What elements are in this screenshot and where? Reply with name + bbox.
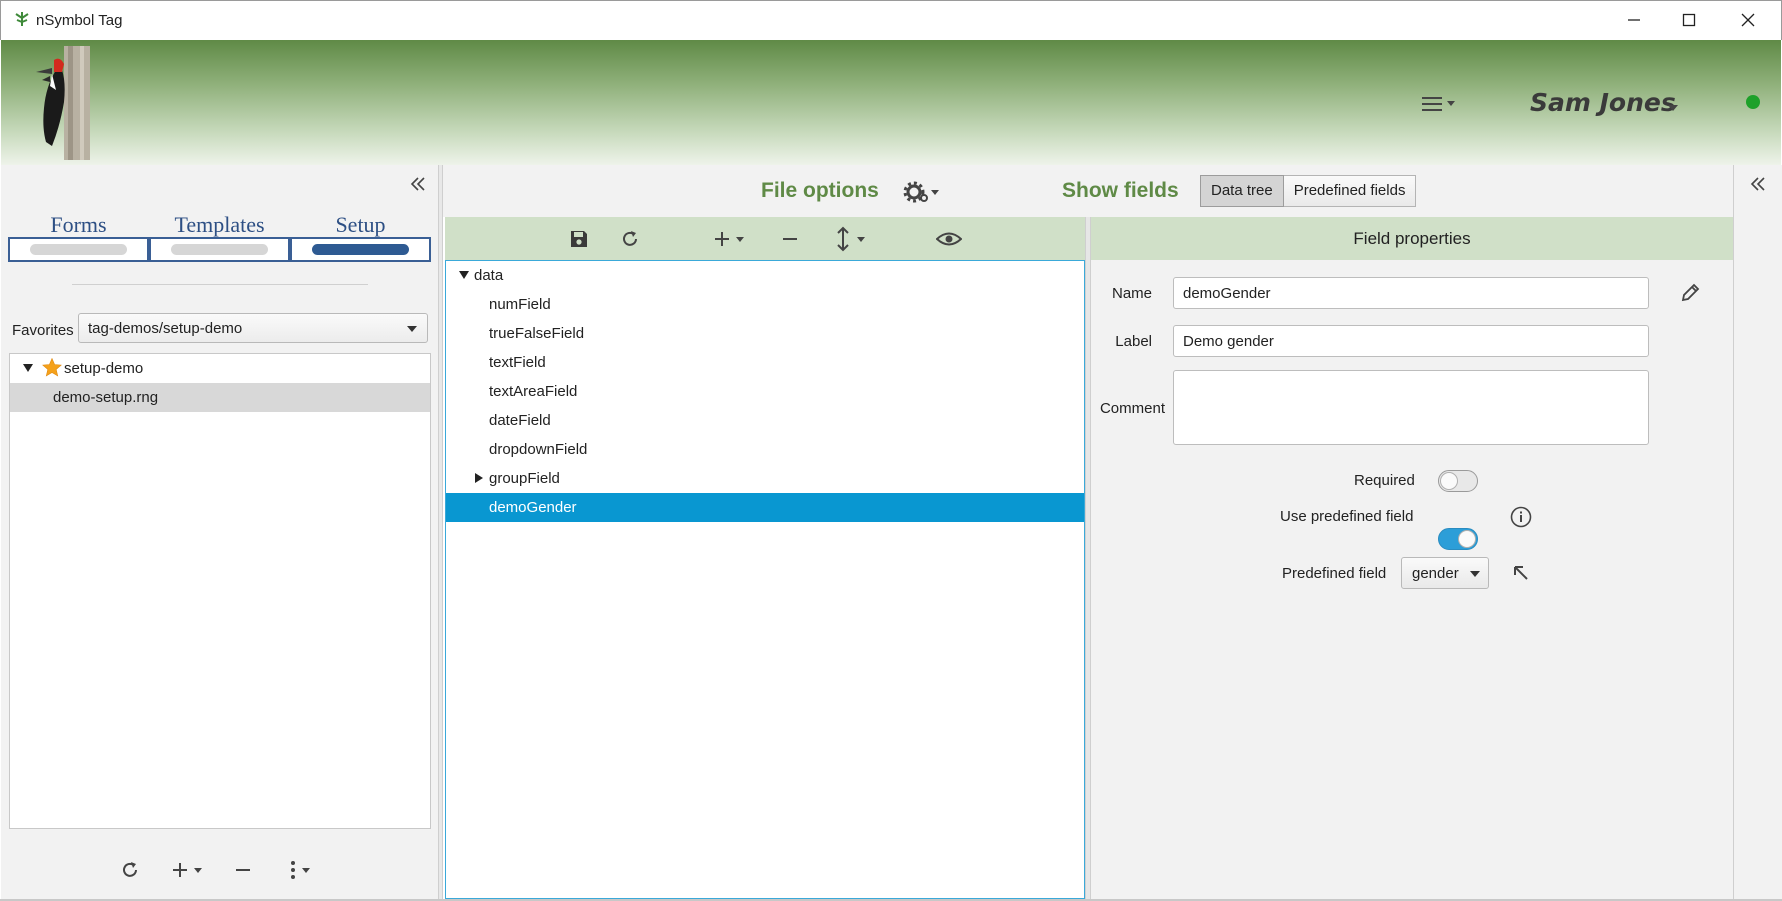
expand-arrow-icon[interactable] [459, 271, 469, 279]
predefined-field-label: Predefined field [1282, 565, 1387, 582]
use-predefined-toggle[interactable] [1438, 528, 1478, 550]
more-options-icon[interactable] [285, 858, 321, 882]
data-tree-button[interactable]: Data tree [1200, 175, 1284, 207]
tree-item-groupfield[interactable]: groupField [446, 464, 1084, 493]
tree-item-dropdownfield[interactable]: dropdownField [446, 435, 1084, 464]
tree-item-label: textField [489, 354, 546, 371]
woodpecker-logo-icon [30, 46, 92, 160]
tree-item-datefield[interactable]: dateField [446, 406, 1084, 435]
tab-templates-label: Templates [174, 212, 265, 237]
refresh-icon[interactable] [118, 858, 142, 882]
data-tree[interactable]: data numField trueFalseField textField t… [445, 260, 1085, 899]
tree-item-label: dropdownField [489, 441, 588, 458]
predefined-fields-button[interactable]: Predefined fields [1283, 175, 1417, 207]
tree-item-demogender[interactable]: demoGender [446, 493, 1084, 522]
remove-field-icon[interactable] [778, 227, 802, 251]
star-icon [42, 357, 62, 381]
expand-arrow-icon[interactable] [475, 473, 483, 483]
goto-arrow-icon[interactable] [1509, 561, 1533, 585]
close-button[interactable] [1719, 0, 1777, 40]
show-fields-label: Show fields [1062, 179, 1179, 202]
tree-item-label: numField [489, 296, 551, 313]
tree-item-label: trueFalseField [489, 325, 585, 342]
tree-item-numfield[interactable]: numField [446, 290, 1084, 319]
left-tabs: Forms Templates Setup [8, 206, 432, 262]
tab-setup[interactable]: Setup [290, 206, 431, 262]
left-divider[interactable] [439, 165, 443, 899]
tab-forms-indicator[interactable] [8, 237, 149, 262]
right-collapsed-panel [1733, 165, 1782, 899]
gears-menu-icon[interactable] [903, 177, 943, 207]
favorites-label: Favorites [12, 322, 74, 339]
tree-item-label: demoGender [489, 499, 577, 516]
tree-item-truefalsefield[interactable]: trueFalseField [446, 319, 1084, 348]
refresh-icon[interactable] [618, 227, 642, 251]
tab-templates-indicator[interactable] [149, 237, 290, 262]
move-menu-icon[interactable] [833, 225, 873, 253]
tree-item-textareafield[interactable]: textAreaField [446, 377, 1084, 406]
predefined-field-value: gender [1412, 565, 1459, 582]
remove-icon[interactable] [231, 858, 255, 882]
add-field-menu-icon[interactable] [712, 227, 752, 251]
file-tree[interactable]: setup-demo demo-setup.rng [9, 353, 431, 829]
app-logo-icon [13, 10, 31, 28]
add-menu-icon[interactable] [170, 858, 210, 882]
tree-item-label: setup-demo [64, 360, 144, 377]
field-properties-title: Field properties [1353, 229, 1471, 248]
tab-setup-indicator[interactable] [290, 237, 431, 262]
tree-toolbar [445, 217, 1085, 260]
window-title: nSymbol Tag [36, 12, 123, 29]
favorites-select-value: tag-demos/setup-demo [88, 320, 243, 337]
use-predefined-label: Use predefined field [1280, 508, 1414, 525]
chevron-down-icon [407, 326, 417, 332]
tree-item-label: demo-setup.rng [53, 389, 159, 406]
header-banner [1, 40, 1781, 165]
maximize-button[interactable] [1660, 0, 1718, 40]
eye-icon[interactable] [935, 227, 963, 251]
tree-item-label: textAreaField [489, 383, 578, 400]
minimize-button[interactable] [1605, 0, 1663, 40]
expand-arrow-icon[interactable] [23, 364, 33, 372]
tree-item-textfield[interactable]: textField [446, 348, 1084, 377]
tab-forms-label: Forms [50, 212, 107, 237]
required-toggle[interactable] [1438, 470, 1478, 492]
chevron-down-icon [1470, 571, 1480, 577]
expand-right-panel-icon[interactable] [1747, 173, 1769, 195]
tree-item-demo-setup[interactable]: demo-setup.rng [10, 383, 430, 412]
tab-forms[interactable]: Forms [8, 206, 149, 262]
predefined-field-select[interactable]: gender [1401, 557, 1489, 589]
tree-item-data[interactable]: data [446, 261, 1084, 290]
name-input[interactable]: demoGender [1173, 277, 1649, 309]
tree-item-label: dateField [489, 412, 551, 429]
comment-label: Comment [1099, 400, 1165, 417]
comment-textarea[interactable] [1173, 370, 1649, 445]
tree-item-setup-demo[interactable]: setup-demo [10, 354, 430, 383]
hamburger-menu-icon[interactable] [1420, 94, 1460, 114]
label-label: Label [1115, 333, 1152, 350]
save-icon[interactable] [567, 227, 591, 251]
divider [72, 284, 368, 285]
collapse-left-icon[interactable] [407, 173, 429, 195]
user-menu[interactable]: Sam Jones [1530, 88, 1676, 117]
required-label: Required [1354, 472, 1415, 489]
chevron-down-icon[interactable] [1667, 99, 1679, 116]
status-indicator [1746, 95, 1760, 109]
tab-templates[interactable]: Templates [149, 206, 290, 262]
file-options-label: File options [761, 179, 879, 202]
tree-item-label: data [474, 267, 504, 284]
view-toggle: Data tree Predefined fields [1200, 175, 1417, 207]
label-input[interactable]: Demo gender [1173, 325, 1649, 357]
favorites-select[interactable]: tag-demos/setup-demo [78, 313, 428, 343]
info-icon[interactable] [1509, 505, 1533, 529]
title-bar [0, 0, 1782, 40]
edit-pencil-icon[interactable] [1677, 280, 1703, 306]
tab-setup-label: Setup [335, 212, 386, 237]
tree-item-label: groupField [489, 470, 560, 487]
name-label: Name [1111, 285, 1152, 302]
